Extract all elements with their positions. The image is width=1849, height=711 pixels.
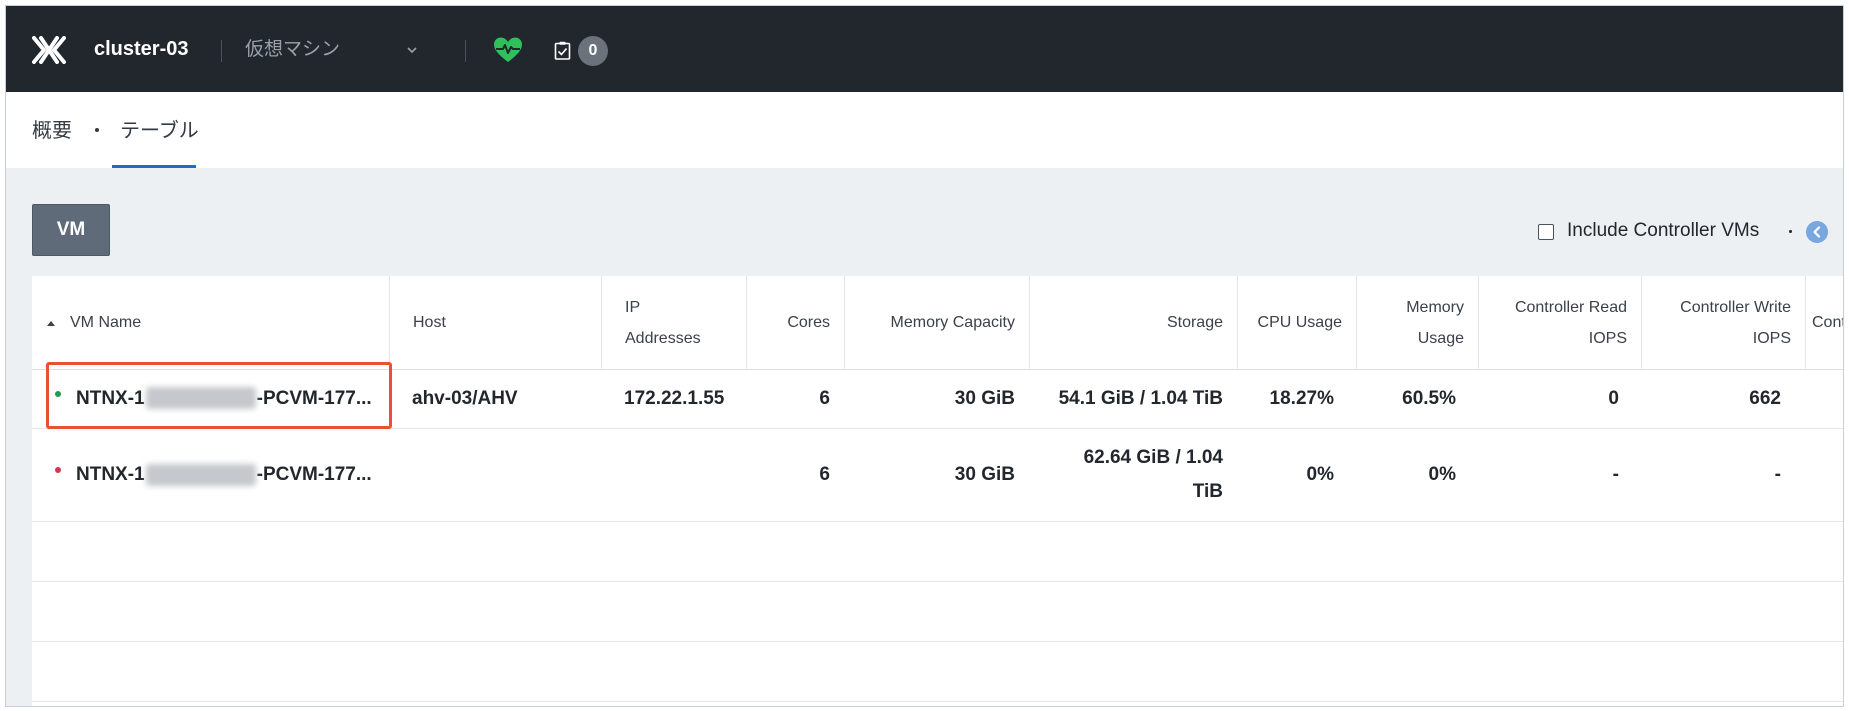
memory-usage-cell: 0% (1428, 464, 1456, 485)
column-header-cores[interactable]: Cores (746, 276, 844, 369)
controller-write-iops-cell: - (1774, 464, 1781, 485)
host-cell[interactable] (389, 429, 601, 521)
nutanix-logo-icon[interactable] (32, 36, 66, 64)
tab-separator (95, 128, 99, 132)
divider (221, 40, 222, 62)
memory-capacity-cell: 30 GiB (954, 464, 1015, 485)
redacted-text (145, 387, 256, 410)
column-header-controller-read-iops[interactable]: Controller Read IOPS (1478, 276, 1641, 369)
sort-ascending-icon (47, 320, 55, 326)
tab-bar: 概要 テーブル (6, 92, 1843, 168)
memory-capacity-cell: 30 GiB (954, 387, 1015, 409)
vm-name-cell[interactable]: NTNX-1 -PCVM-177... (32, 429, 389, 521)
tab-table[interactable]: テーブル (120, 92, 199, 168)
controller-read-iops-cell: - (1612, 464, 1619, 485)
column-header-vm-name[interactable]: VM Name (32, 276, 389, 369)
empty-table-row (32, 642, 1843, 702)
vm-name-cell[interactable]: NTNX-1 -PCVM-177... (32, 369, 389, 428)
column-header-ip-addresses[interactable]: IP Addresses (601, 276, 746, 369)
tasks-icon[interactable] (554, 41, 571, 60)
chevron-down-icon[interactable] (405, 43, 419, 57)
controller-read-iops-cell: 0 (1608, 387, 1619, 409)
cpu-usage-cell: 18.27% (1269, 387, 1334, 409)
table-row[interactable]: NTNX-1 -PCVM-177... ahv-03/AHV 172.22.1.5… (32, 369, 1843, 429)
top-bar: cluster-03 仮想マシン 0 (6, 6, 1843, 92)
column-header-storage[interactable]: Storage (1029, 276, 1237, 369)
storage-cell: 62.64 GiB / 1.04 TiB (1083, 447, 1223, 502)
content-panel: VM Include Controller VMs VM Name Host I… (6, 168, 1843, 706)
column-header-host[interactable]: Host (389, 276, 601, 369)
column-header-controller-truncated[interactable]: Cont (1805, 276, 1843, 369)
health-heart-icon[interactable] (493, 36, 523, 64)
vm-table: VM Name Host IP Addresses Cores Memory C… (32, 276, 1843, 706)
task-count-badge[interactable]: 0 (578, 36, 608, 66)
table-row[interactable]: NTNX-1 -PCVM-177... 6 30 GiB 62.64 GiB / … (32, 429, 1843, 522)
column-header-memory-capacity[interactable]: Memory Capacity (844, 276, 1029, 369)
tab-summary[interactable]: 概要 (32, 92, 72, 168)
ip-cell: 172.22.1.55 (624, 387, 725, 409)
collapse-panel-icon[interactable] (1806, 221, 1828, 243)
column-header-controller-write-iops[interactable]: Controller Write IOPS (1641, 276, 1805, 369)
vm-entity-button[interactable]: VM (32, 204, 110, 256)
cores-cell: 6 (819, 464, 830, 485)
toolbar-separator (1789, 230, 1792, 233)
include-controller-vms-checkbox[interactable] (1538, 224, 1554, 240)
column-header-memory-usage[interactable]: Memory Usage (1356, 276, 1478, 369)
cores-cell: 6 (819, 387, 830, 409)
view-selector[interactable]: 仮想マシン (245, 6, 340, 92)
storage-cell: 54.1 GiB / 1.04 TiB (1058, 387, 1223, 409)
host-cell[interactable]: ahv-03/AHV (389, 369, 601, 428)
controller-write-iops-cell: 662 (1749, 387, 1781, 409)
vm-name-link[interactable]: NTNX-1 -PCVM-177... (76, 382, 372, 416)
include-controller-vms-label[interactable]: Include Controller VMs (1567, 218, 1759, 244)
vm-name-link[interactable]: NTNX-1 -PCVM-177... (76, 458, 372, 492)
table-header: VM Name Host IP Addresses Cores Memory C… (32, 276, 1843, 370)
empty-table-row (32, 582, 1843, 642)
column-header-cpu-usage[interactable]: CPU Usage (1237, 276, 1356, 369)
empty-table-row (32, 522, 1843, 582)
cluster-name[interactable]: cluster-03 (94, 6, 189, 92)
cpu-usage-cell: 0% (1306, 464, 1334, 485)
app-window: cluster-03 仮想マシン 0 概要 テーブル VM Include Co… (5, 5, 1844, 707)
ip-cell (601, 429, 746, 521)
redacted-text (145, 463, 256, 486)
memory-usage-cell: 60.5% (1402, 387, 1456, 409)
divider (465, 40, 466, 62)
